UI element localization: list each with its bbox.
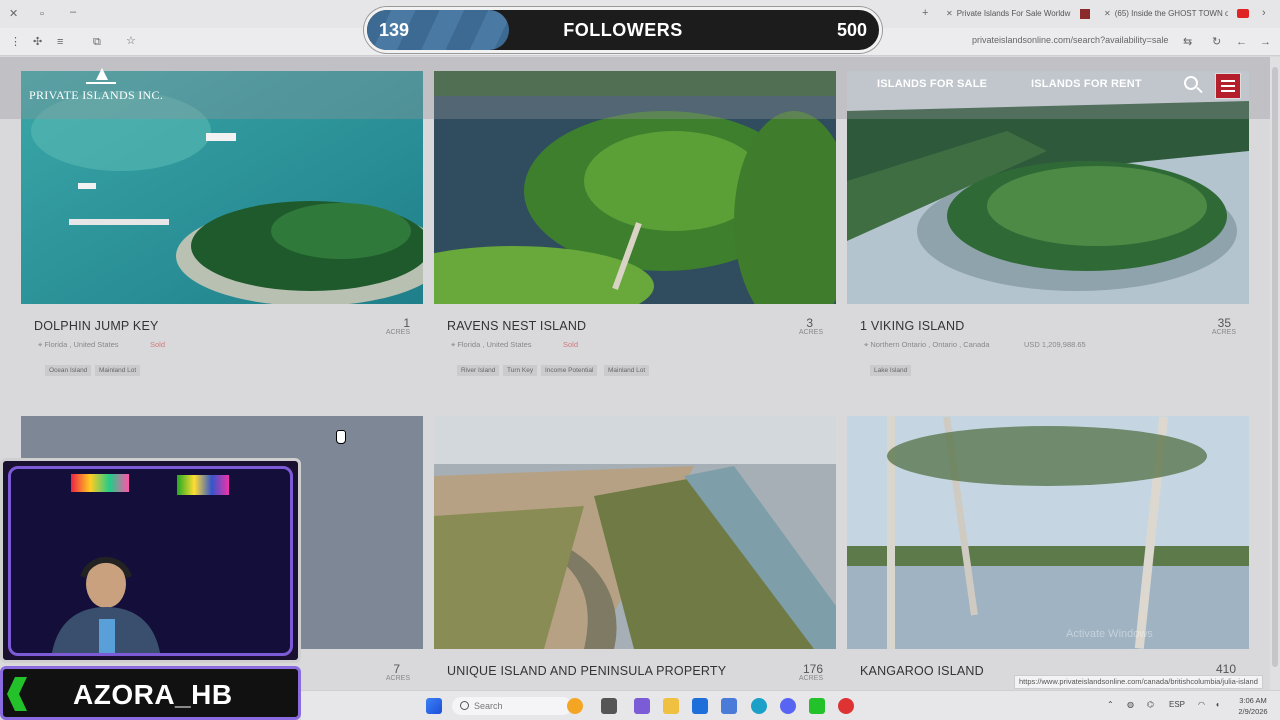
restore-icon[interactable]: ▫: [40, 7, 44, 21]
listing-tag[interactable]: Mainland Lot: [95, 365, 141, 376]
kick-icon[interactable]: [809, 698, 825, 714]
listing-price: USD 1,209,988.65: [1024, 340, 1086, 349]
listing-title[interactable]: UNIQUE ISLAND AND PENINSULA PROPERTY: [447, 664, 726, 678]
app-icon[interactable]: [634, 698, 650, 714]
site-favicon-icon: [1080, 9, 1090, 19]
follower-label: FOLLOWERS: [563, 20, 683, 40]
page-scrollbar[interactable]: [1270, 57, 1280, 690]
webcam-overlay: [0, 458, 301, 663]
hand-cursor-icon: [336, 430, 346, 444]
language-indicator[interactable]: ESP: [1169, 700, 1185, 709]
listing-unit: ACRES: [798, 329, 823, 336]
vscode-icon[interactable]: [721, 698, 737, 714]
address-bar[interactable]: privateislandsonline.com/search?availabi…: [972, 35, 1177, 45]
site-header: PRIVATE ISLANDS INC. ISLANDS FOR SALE IS…: [0, 57, 1270, 119]
file-explorer-icon[interactable]: [663, 698, 679, 714]
follower-goal: 500: [836, 20, 867, 40]
site-logo[interactable]: PRIVATE ISLANDS INC.: [29, 88, 163, 103]
nav-islands-for-rent[interactable]: ISLANDS FOR RENT: [1031, 78, 1142, 90]
wifi-icon[interactable]: ◠: [1198, 700, 1205, 709]
listing-unit: ACRES: [1211, 329, 1236, 336]
clock-date: 2/9/2026: [1238, 707, 1268, 716]
webcam-feed: [8, 466, 293, 656]
listing-title[interactable]: KANGAROO ISLAND: [860, 664, 984, 678]
listing-title[interactable]: RAVENS NEST ISLAND: [447, 319, 586, 333]
listing-image-kangaroo-island[interactable]: [847, 416, 1249, 649]
listing-image-unique-island[interactable]: [434, 416, 836, 649]
listing-title[interactable]: DOLPHIN JUMP KEY: [34, 319, 159, 333]
taskbar-search[interactable]: Search: [452, 697, 572, 715]
discord-icon[interactable]: [780, 698, 796, 714]
listing-location: ⌖ Northern Ontario , Ontario , Canada: [864, 340, 990, 349]
listing-size: 3: [806, 316, 813, 330]
listing-location: ⌖ Florida , United States: [38, 340, 119, 349]
tab-label: (65) Inside the GHOST TOWN o: [1114, 9, 1228, 18]
store-icon[interactable]: [692, 698, 708, 714]
nav-islands-for-sale[interactable]: ISLANDS FOR SALE: [877, 78, 987, 90]
listing-tag[interactable]: Ocean Island: [45, 365, 92, 376]
follower-goal-bar: 139 FOLLOWERS 500: [364, 7, 882, 53]
bookmark-star-icon[interactable]: ☆: [126, 34, 136, 48]
more-icon[interactable]: ⋮: [10, 35, 21, 49]
tab-private-islands[interactable]: ✕ Private Islands For Sale Worldw: [946, 5, 1072, 23]
link-status-url: https://www.privateislandsonline.com/can…: [1014, 675, 1263, 689]
new-tab-icon[interactable]: +: [922, 6, 928, 20]
reading-list-icon[interactable]: ≡: [57, 35, 63, 49]
listing-size: 35: [1217, 316, 1231, 330]
listing-tag[interactable]: Income Potential: [541, 365, 598, 376]
listing-status: Sold: [563, 340, 579, 349]
activate-windows-watermark: Activate Windows: [1066, 628, 1153, 640]
youtube-icon: [1237, 9, 1249, 18]
listing-size: 410: [1215, 662, 1236, 676]
windows-start-icon[interactable]: [426, 698, 442, 714]
forward-icon[interactable]: →: [1260, 35, 1271, 49]
tray-app-icon[interactable]: ◍: [1127, 700, 1134, 709]
listing-tag[interactable]: Turn Key: [503, 365, 538, 376]
listing-location: ⌖ Florida , United States: [451, 340, 532, 349]
menu-button[interactable]: [1215, 73, 1241, 99]
volume-icon[interactable]: ◖: [1215, 700, 1220, 709]
tab-label: Private Islands For Sale Worldw: [956, 9, 1071, 18]
minimize-icon[interactable]: –: [70, 5, 76, 19]
streamer-name-plate: AZORA_HB: [0, 666, 301, 720]
listing-size: 176: [802, 662, 823, 676]
taskbar-clock[interactable]: 3:06 AM 2/9/2026: [1234, 695, 1272, 717]
streamer-figure: [52, 556, 160, 653]
widget-icon[interactable]: [567, 698, 583, 714]
chevron-right-icon[interactable]: ›: [1262, 6, 1266, 20]
tab-youtube[interactable]: ✕ (65) Inside the GHOST TOWN o: [1104, 5, 1228, 23]
listing-title[interactable]: 1 VIKING ISLAND: [860, 319, 964, 333]
network-icon[interactable]: ⌬: [1147, 700, 1154, 709]
listing-unit: ACRES: [385, 675, 410, 682]
clock-time: 3:06 AM: [1239, 696, 1267, 705]
close-icon[interactable]: ✕: [9, 7, 18, 21]
listing-tag[interactable]: Lake Island: [870, 365, 912, 376]
listing-status: Sold: [150, 340, 166, 349]
reload-icon[interactable]: ↻: [1212, 35, 1221, 49]
listing-unit: ACRES: [385, 329, 410, 336]
share-icon[interactable]: ⧉: [93, 35, 101, 49]
streamer-name: AZORA_HB: [73, 679, 233, 710]
menu-icon: [1221, 80, 1235, 82]
edge-icon[interactable]: [751, 698, 767, 714]
extensions-icon[interactable]: ✣: [33, 35, 42, 49]
listing-tag[interactable]: Mainland Lot: [604, 365, 650, 376]
close-tab-icon[interactable]: ✕: [946, 9, 953, 18]
listing-unit: ACRES: [798, 675, 823, 682]
logo-icon: [86, 68, 116, 84]
chrome-icon[interactable]: [838, 698, 854, 714]
windows-taskbar: Search ⌃ ◍ ⌬ ESP ◠ ◖ 3:06 AM 2/9/2026: [301, 690, 1280, 720]
kick-logo-icon: [7, 677, 27, 711]
back-icon[interactable]: ←: [1236, 35, 1247, 49]
site-settings-icon[interactable]: ⇆: [1183, 35, 1192, 49]
close-tab-icon[interactable]: ✕: [1104, 9, 1111, 18]
listing-size: 7: [393, 662, 400, 676]
task-view-icon[interactable]: [601, 698, 617, 714]
search-icon[interactable]: [1184, 76, 1198, 90]
listing-size: 1: [403, 316, 410, 330]
scrollbar-thumb[interactable]: [1272, 67, 1278, 667]
listing-tag[interactable]: River Island: [457, 365, 500, 376]
tray-chevron-icon[interactable]: ⌃: [1107, 700, 1114, 709]
